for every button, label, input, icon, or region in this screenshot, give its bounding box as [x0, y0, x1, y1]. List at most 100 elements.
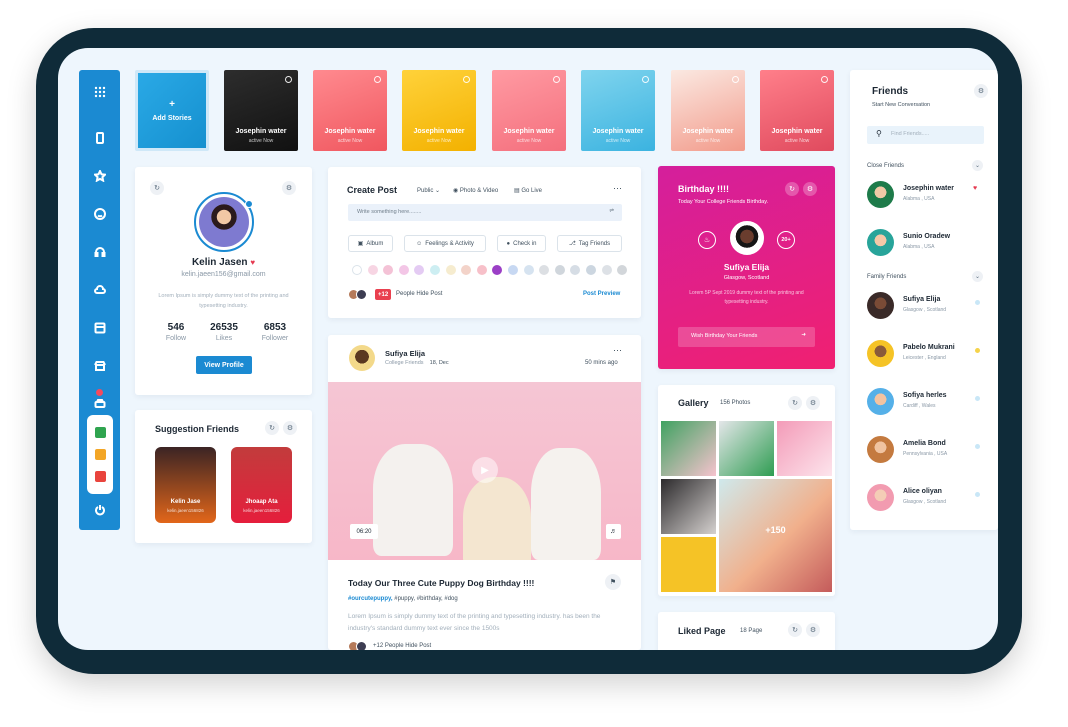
view-profile-button[interactable]: View Profile	[196, 356, 252, 374]
check-in-chip[interactable]: ● Check in	[497, 235, 546, 252]
story-ring-icon	[374, 76, 381, 83]
color-swatch[interactable]	[508, 265, 518, 275]
story-card[interactable]: Josephin water active Now	[402, 70, 476, 151]
color-swatch[interactable]	[617, 265, 628, 275]
chevron-down-icon[interactable]: ⌄	[972, 271, 983, 282]
friend-row[interactable]: Sufiya Elija Glasgow , Scotland	[867, 292, 987, 322]
layout-icon[interactable]	[79, 318, 120, 338]
post-author-name[interactable]: Sufiya Elija	[385, 349, 425, 358]
album-chip[interactable]: ▣ Album	[348, 235, 393, 252]
app-icon-green[interactable]	[94, 426, 106, 438]
friend-name: Amelia Bond	[903, 440, 946, 447]
refresh-icon[interactable]: ↻	[265, 421, 279, 435]
story-ring-icon	[553, 76, 560, 83]
friend-row[interactable]: Amelia Bond Pennsylvania , USA	[867, 436, 987, 466]
headphones-icon[interactable]	[79, 242, 120, 262]
friend-location: Leicester , England	[903, 355, 946, 361]
post-preview-link[interactable]: Post Preview	[583, 291, 620, 297]
play-icon[interactable]: ▶	[472, 457, 498, 483]
gallery-photo[interactable]	[661, 479, 716, 534]
friends-title: Friends	[872, 86, 909, 97]
color-swatch[interactable]	[492, 265, 503, 275]
grid-icon[interactable]	[79, 82, 120, 102]
story-card[interactable]: Josephin water active Now	[581, 70, 655, 151]
more-icon[interactable]: ⋯	[613, 183, 622, 194]
story-status: active Now	[426, 138, 452, 144]
feelings-chip[interactable]: ☺ Feelings & Activity	[404, 235, 486, 252]
gallery-photo[interactable]	[777, 421, 832, 476]
settings-icon[interactable]: ⚙	[282, 181, 296, 195]
suggestion-card[interactable]: Jhoaap Ata kelin.jaeen156826	[231, 447, 292, 523]
settings-icon[interactable]: ⚙	[283, 421, 297, 435]
color-swatch[interactable]	[352, 265, 362, 275]
color-swatch[interactable]	[601, 265, 612, 275]
color-swatch[interactable]	[414, 265, 425, 275]
friend-row[interactable]: Sunio Oradew Alabma , USA	[867, 229, 987, 259]
chevron-down-icon[interactable]: ⌄	[972, 160, 983, 171]
star-icon[interactable]	[79, 166, 120, 186]
refresh-icon[interactable]: ↻	[150, 181, 164, 195]
story-card[interactable]: Josephin water active Now	[224, 70, 298, 151]
color-swatch[interactable]	[383, 265, 394, 275]
birthday-badge: 20+	[777, 231, 795, 249]
friend-location: Alabma , USA	[903, 196, 935, 202]
store-icon[interactable]	[79, 356, 120, 376]
go-live-link[interactable]: ▤ Go Live	[514, 187, 542, 194]
tag-friends-chip[interactable]: ⎇ Tag Friends	[557, 235, 622, 252]
story-card[interactable]: Josephin water active Now	[760, 70, 834, 151]
friend-row[interactable]: Pabelo Mukrani Leicester , England	[867, 340, 987, 370]
gallery-photo[interactable]	[661, 537, 716, 592]
app-icon-orange[interactable]	[94, 448, 106, 460]
photo-video-link[interactable]: ◉ Photo & Video	[453, 187, 498, 194]
volume-icon[interactable]: ♬	[606, 524, 621, 539]
close-friends-label: Close Friends	[867, 163, 905, 169]
wish-birthday-button[interactable]: Wish Birthday Your Friends ➜	[678, 327, 815, 347]
color-swatch[interactable]	[461, 265, 472, 275]
suggestion-card[interactable]: Kelin Jase kelin.jaeen156826	[155, 447, 216, 523]
suggestion-name: Kelin Jase	[170, 499, 201, 505]
gallery-photo[interactable]: +150	[719, 479, 832, 592]
friend-row[interactable]: Josephin water Alabma , USA ♥	[867, 181, 987, 211]
refresh-icon[interactable]: ↻	[788, 623, 802, 637]
color-swatch[interactable]	[554, 265, 565, 275]
color-swatch[interactable]	[570, 265, 581, 275]
post-video[interactable]: ▶ 06:20 ♬	[328, 382, 641, 560]
color-swatch[interactable]	[523, 265, 534, 275]
friend-row[interactable]: Alice oliyan Glasgow , Scotland	[867, 484, 987, 514]
more-icon[interactable]: ⋯	[613, 345, 622, 356]
settings-icon[interactable]: ⚙	[974, 84, 988, 98]
color-swatch[interactable]	[398, 265, 409, 275]
color-swatch[interactable]	[445, 265, 456, 275]
settings-icon[interactable]: ⚙	[806, 623, 820, 637]
refresh-icon[interactable]: ↻	[788, 396, 802, 410]
app-icon-red[interactable]	[94, 471, 106, 483]
friend-location: Cardiff , Wales	[903, 403, 936, 409]
story-card[interactable]: Josephin water active Now	[313, 70, 387, 151]
color-swatch[interactable]	[586, 265, 596, 275]
cloud-icon[interactable]	[79, 280, 120, 300]
phone-icon[interactable]	[79, 128, 120, 148]
gallery-photo[interactable]	[661, 421, 716, 476]
refresh-icon[interactable]: ↻	[785, 182, 799, 196]
settings-icon[interactable]: ⚙	[803, 182, 817, 196]
friend-row[interactable]: Sofiya herles Cardiff , Wales	[867, 388, 987, 418]
story-card[interactable]: Josephin water active Now	[492, 70, 566, 151]
privacy-select[interactable]: Public ⌄	[417, 187, 440, 194]
color-swatch[interactable]	[430, 265, 440, 275]
car-icon[interactable]	[79, 394, 120, 414]
color-swatch[interactable]	[476, 265, 487, 275]
add-story-card[interactable]: + Add Stories	[135, 70, 209, 151]
new-conversation-link[interactable]: Start New Conversation	[872, 102, 930, 108]
color-swatch[interactable]	[539, 265, 550, 275]
story-card[interactable]: Josephin water active Now	[671, 70, 745, 151]
power-icon[interactable]	[79, 500, 120, 520]
birthday-avatar[interactable]	[730, 221, 764, 255]
smile-icon[interactable]	[79, 204, 120, 224]
bookmark-icon[interactable]: ⚑	[605, 574, 621, 590]
post-input[interactable]: Write something here........ ⇌	[348, 204, 622, 221]
settings-icon[interactable]: ⚙	[806, 396, 820, 410]
find-friends-input[interactable]: ⚲ Find Friends.....	[867, 126, 984, 144]
gallery-photo[interactable]	[719, 421, 774, 476]
post-author-avatar[interactable]	[349, 345, 375, 371]
color-swatch[interactable]	[367, 265, 378, 275]
